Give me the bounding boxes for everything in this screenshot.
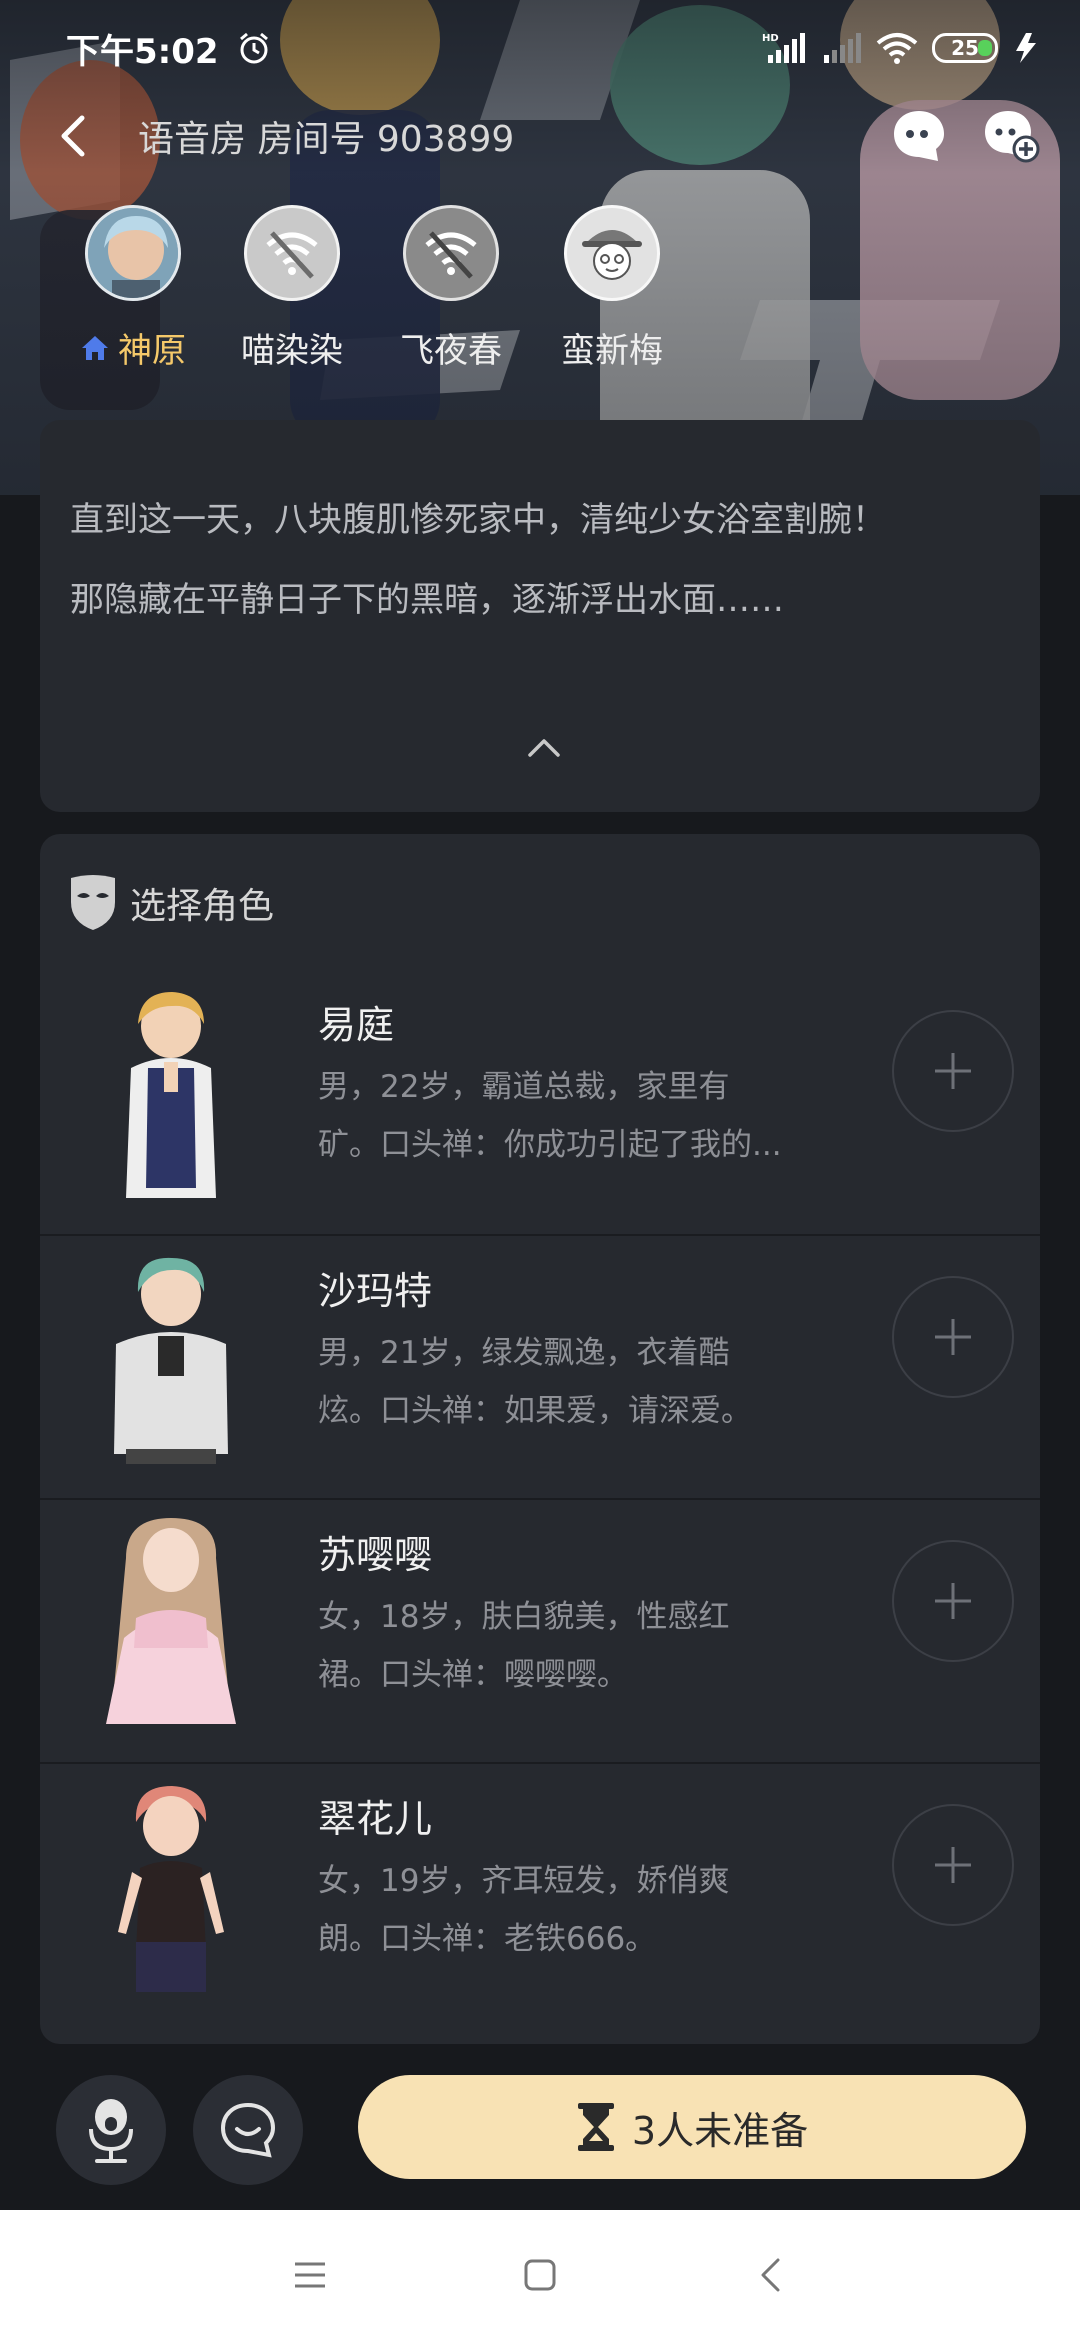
- hourglass-icon: [577, 2103, 614, 2151]
- chat-icon: [220, 2102, 276, 2158]
- role-description: 女，18岁，肤白貌美，性感红 裙。口头禅：嘤嘤嘤。: [318, 1588, 838, 1704]
- role-name: 沙玛特: [318, 1269, 433, 1313]
- alarm-icon: [239, 32, 268, 64]
- role-description: 女，19岁，齐耳短发，娇俏爽 朗。口头禅：老铁666。: [318, 1852, 838, 1968]
- select-role-button[interactable]: [892, 1276, 1014, 1398]
- battery-indicator: 25: [932, 33, 998, 63]
- plus-icon: [935, 1053, 971, 1089]
- signal-2-icon: [824, 33, 861, 63]
- player-slot-1[interactable]: 神原: [58, 205, 208, 372]
- plus-icon: [935, 1583, 971, 1619]
- avatar: [564, 205, 660, 301]
- ready-status-label: 3人未准备: [631, 2108, 809, 2153]
- back-key[interactable]: [750, 2255, 790, 2295]
- plus-icon: [935, 1847, 971, 1883]
- player-slot-3[interactable]: 飞夜春: [376, 205, 526, 372]
- role-name: 翠花儿: [318, 1797, 433, 1841]
- role-name: 苏嘤嘤: [318, 1533, 433, 1577]
- intro-line: 直到这一天，八块腹肌惨死家中，清纯少女浴室割腕！: [70, 500, 886, 540]
- room-title: 语音房 房间号 903899: [138, 119, 515, 160]
- role-item[interactable]: 易庭 男，22岁，霸道总裁，家里有 矿。口头禅：你成功引起了我的...: [40, 970, 1040, 1234]
- select-role-button[interactable]: [892, 1010, 1014, 1132]
- avatar: [85, 205, 181, 301]
- home-key[interactable]: [520, 2255, 560, 2295]
- back-button[interactable]: [58, 108, 102, 164]
- role-portrait: [106, 1518, 236, 1724]
- plus-icon: [935, 1319, 971, 1355]
- detective-avatar-icon: [582, 230, 642, 280]
- intro-line: 那隐藏在平静日子下的黑暗，逐渐浮出水面……: [70, 580, 784, 620]
- signal-icon: HD: [762, 33, 805, 63]
- role-desc-line: 炫。口头禅：如果爱，请深爱。: [318, 1393, 752, 1429]
- microphone-icon: [89, 2099, 133, 2163]
- back-triangle-icon: [761, 2258, 780, 2292]
- player-slot-2[interactable]: 喵染染: [217, 205, 367, 372]
- role-desc-line: 朗。口头禅：老铁666。: [318, 1921, 657, 1957]
- system-nav-bar: [0, 2210, 1080, 2340]
- story-intro-card: 直到这一天，八块腹肌惨死家中，清纯少女浴室割腕！ 那隐藏在平静日子下的黑暗，逐渐…: [40, 420, 1040, 812]
- role-desc-line: 女，18岁，肤白貌美，性感红: [318, 1599, 730, 1635]
- microphone-button[interactable]: [56, 2075, 166, 2185]
- chat-bubble-icon[interactable]: [890, 107, 948, 165]
- role-select-header: 选择角色: [68, 874, 274, 932]
- role-desc-line: 裙。口头禅：嘤嘤嘤。: [318, 1657, 628, 1693]
- ready-status-button[interactable]: 3人未准备: [358, 2075, 1026, 2179]
- status-bar: 下午5:02 HD 25: [0, 0, 1080, 96]
- chevron-up-icon[interactable]: [526, 735, 562, 759]
- role-select-title: 选择角色: [130, 886, 275, 927]
- role-portrait: [118, 1786, 224, 1992]
- role-item[interactable]: 翠花儿 女，19岁，齐耳短发，娇俏爽 朗。口头禅：老铁666。: [40, 1762, 1040, 2026]
- home-icon: [82, 335, 108, 360]
- player-name: 喵染染: [241, 331, 343, 371]
- chat-button[interactable]: [193, 2075, 303, 2185]
- wifi-off-icon: [266, 231, 318, 279]
- wifi-icon: [876, 33, 918, 64]
- role-item[interactable]: 沙玛特 男，21岁，绿发飘逸，衣着酷 炫。口头禅：如果爱，请深爱。: [40, 1234, 1040, 1498]
- player-name: 蛮新梅: [561, 331, 663, 371]
- player-name: 飞夜春: [400, 331, 502, 371]
- menu-key[interactable]: [290, 2255, 330, 2295]
- menu-icon: [295, 2262, 325, 2288]
- select-role-button[interactable]: [892, 1540, 1014, 1662]
- role-desc-line: 女，19岁，齐耳短发，娇俏爽: [318, 1863, 730, 1899]
- select-role-button[interactable]: [892, 1804, 1014, 1926]
- role-name: 易庭: [318, 1003, 395, 1047]
- role-desc-line: 男，21岁，绿发飘逸，衣着酷: [318, 1335, 730, 1371]
- role-description: 男，21岁，绿发飘逸，衣着酷 炫。口头禅：如果爱，请深爱。: [318, 1324, 838, 1440]
- player-list: 神原 喵染染 飞夜春 蛮新梅: [0, 205, 1080, 385]
- mask-icon: [71, 875, 115, 930]
- invite-friend-icon[interactable]: [982, 107, 1040, 165]
- role-item[interactable]: 苏嘤嘤 女，18岁，肤白貌美，性感红 裙。口头禅：嘤嘤嘤。: [40, 1498, 1040, 1762]
- role-select-card: 选择角色 易庭 男，22岁，霸道总裁，家里有 矿。口头禅：你成功引起了我的...: [40, 834, 1040, 2044]
- status-time: 下午5:02: [66, 31, 219, 72]
- square-icon: [524, 2259, 556, 2291]
- avatar: [244, 205, 340, 301]
- back-arrow-icon: [61, 115, 85, 157]
- story-intro-text: 直到这一天，八块腹肌惨死家中，清纯少女浴室割腕！ 那隐藏在平静日子下的黑暗，逐渐…: [70, 480, 1020, 640]
- player-name-wrap: 飞夜春: [400, 323, 502, 372]
- room-nav-bar: 语音房 房间号 903899: [0, 96, 1080, 176]
- role-desc-line: 男，22岁，霸道总裁，家里有: [318, 1069, 730, 1105]
- player-name-wrap: 蛮新梅: [561, 323, 663, 372]
- svg-text:HD: HD: [762, 33, 779, 44]
- role-desc-line: 矿。口头禅：你成功引起了我的...: [318, 1127, 782, 1163]
- wifi-off-icon: [425, 231, 477, 279]
- player-avatar-image: [88, 208, 178, 298]
- player-name-host: 神原: [80, 323, 186, 372]
- role-description: 男，22岁，霸道总裁，家里有 矿。口头禅：你成功引起了我的...: [318, 1058, 838, 1174]
- bottom-action-bar: 3人未准备: [0, 2065, 1080, 2210]
- player-name: 神原: [118, 331, 186, 371]
- role-portrait: [126, 992, 216, 1198]
- battery-level: 25: [951, 36, 979, 60]
- player-name-wrap: 喵染染: [241, 323, 343, 372]
- avatar: [403, 205, 499, 301]
- player-slot-4[interactable]: 蛮新梅: [537, 205, 687, 372]
- charging-icon: [1016, 33, 1036, 63]
- role-portrait: [114, 1257, 228, 1464]
